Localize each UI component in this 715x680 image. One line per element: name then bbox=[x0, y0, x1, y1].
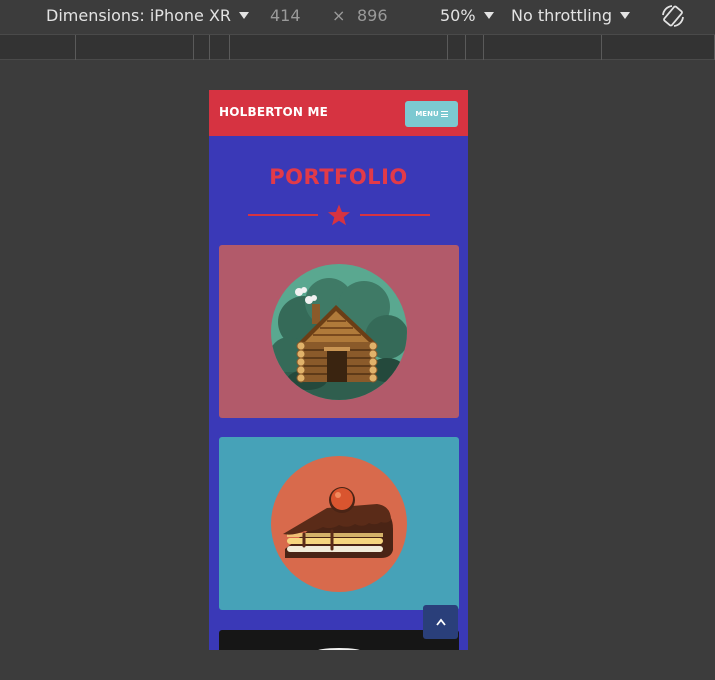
ruler-segment[interactable] bbox=[601, 35, 602, 60]
divider-line-right bbox=[360, 214, 430, 216]
times-sign: × bbox=[332, 6, 346, 25]
ruler-segment[interactable] bbox=[483, 35, 484, 60]
device-dimensions-label: Dimensions: iPhone XR bbox=[46, 6, 232, 25]
hamburger-icon bbox=[440, 111, 448, 117]
ruler-segment[interactable] bbox=[447, 35, 448, 60]
scroll-to-top-button[interactable] bbox=[423, 605, 458, 639]
chevron-up-icon bbox=[435, 618, 446, 626]
throttling-dropdown[interactable]: No throttling bbox=[511, 6, 631, 26]
menu-label: MENU bbox=[415, 110, 439, 118]
device-viewport: HOLBERTON ME MENU PORTFOLIO bbox=[209, 90, 468, 650]
star-icon bbox=[328, 204, 350, 226]
chevron-down-icon bbox=[239, 12, 250, 19]
chevron-down-icon bbox=[620, 12, 631, 19]
ruler-segment[interactable] bbox=[229, 35, 230, 60]
menu-button[interactable]: MENU bbox=[405, 101, 458, 127]
site-brand[interactable]: HOLBERTON ME bbox=[219, 105, 328, 119]
site-navbar: HOLBERTON ME MENU bbox=[209, 90, 468, 136]
device-toolbar: Dimensions: iPhone XR 414 × 896 50% No t… bbox=[0, 0, 715, 34]
ruler-segment[interactable] bbox=[193, 35, 194, 60]
divider-line-left bbox=[248, 214, 318, 216]
chevron-down-icon bbox=[483, 12, 494, 19]
device-dimensions-dropdown[interactable]: Dimensions: iPhone XR bbox=[46, 6, 250, 26]
media-query-ruler bbox=[0, 34, 715, 60]
height-input[interactable]: 896 bbox=[357, 6, 388, 26]
portfolio-card-cabin[interactable] bbox=[219, 245, 459, 418]
zoom-label: 50% bbox=[440, 6, 476, 25]
cake-slice-icon bbox=[271, 456, 407, 592]
portfolio-card-cake[interactable] bbox=[219, 437, 459, 610]
throttling-label: No throttling bbox=[511, 6, 613, 25]
ruler-segment[interactable] bbox=[209, 35, 210, 60]
rotate-device-icon[interactable] bbox=[660, 3, 686, 29]
zoom-dropdown[interactable]: 50% bbox=[440, 6, 494, 26]
width-input[interactable]: 414 bbox=[270, 6, 301, 26]
log-cabin-icon bbox=[271, 264, 407, 400]
ruler-segment[interactable] bbox=[75, 35, 76, 60]
portfolio-title: PORTFOLIO bbox=[269, 165, 408, 189]
ruler-segment[interactable] bbox=[465, 35, 466, 60]
